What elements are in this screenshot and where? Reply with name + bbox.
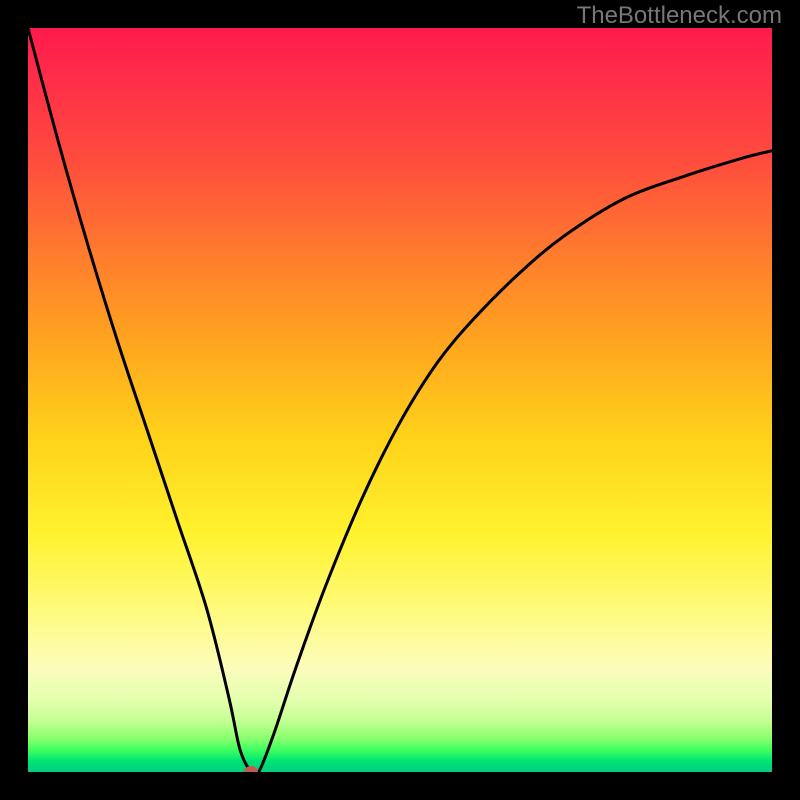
watermark: TheBottleneck.com: [577, 2, 782, 30]
curve-svg: [28, 28, 772, 772]
curve-path: [28, 28, 772, 772]
minimum-marker: [244, 766, 258, 772]
plot-area: [28, 28, 772, 772]
